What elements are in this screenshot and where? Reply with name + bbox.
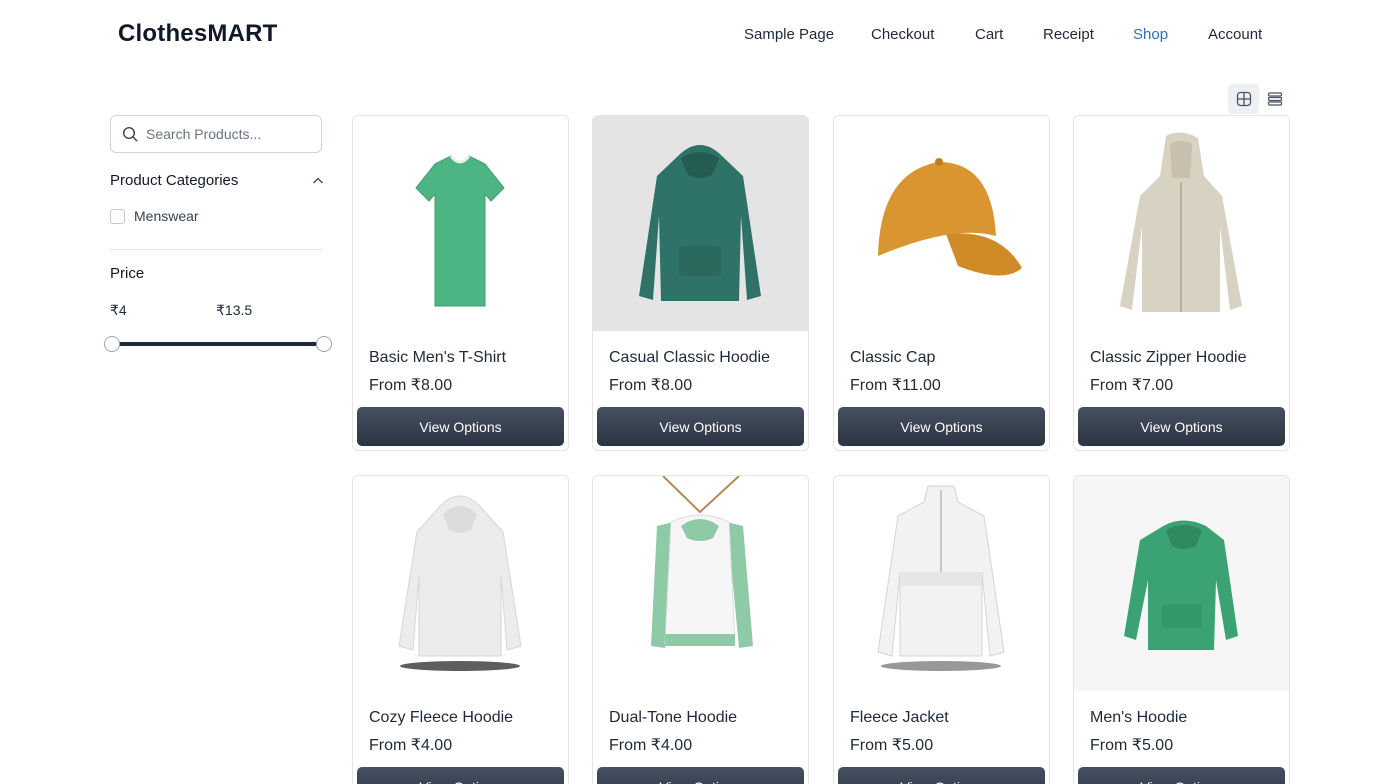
product-card[interactable]: Classic Cap From ₹11.00 View Options [833,115,1050,451]
nav-account[interactable]: Account [1208,26,1262,43]
category-header[interactable]: Product Categories [110,172,324,192]
nav-receipt[interactable]: Receipt [1043,26,1094,43]
view-options-button[interactable]: View Options [838,407,1045,446]
slider-track [112,342,324,346]
hoodie-icon [1074,476,1289,691]
product-image[interactable] [593,476,808,691]
view-options-button[interactable]: View Options [1078,767,1285,784]
dual-tone-hoodie-icon [593,476,808,691]
zip-hoodie-icon [1074,116,1289,331]
product-price: From ₹4.00 [369,737,453,754]
product-card[interactable]: Dual-Tone Hoodie From ₹4.00 View Options [592,475,809,784]
slider-min-handle[interactable] [104,336,120,352]
product-price: From ₹5.00 [850,737,934,754]
view-options-button[interactable]: View Options [1078,407,1285,446]
product-price: From ₹5.00 [1090,737,1174,754]
hoodie-icon [593,116,808,331]
product-image[interactable] [1074,116,1289,331]
price-max-label: ₹13.5 [216,302,253,318]
product-price: From ₹7.00 [1090,377,1174,394]
search-input[interactable] [146,126,306,142]
nav-cart[interactable]: Cart [975,26,1003,43]
product-card[interactable]: Fleece Jacket From ₹5.00 View Options [833,475,1050,784]
product-name[interactable]: Casual Classic Hoodie [609,349,770,367]
search-icon [122,126,138,142]
product-price: From ₹11.00 [850,377,941,394]
slider-max-handle[interactable] [316,336,332,352]
nav-shop[interactable]: Shop [1133,26,1168,43]
view-options-button[interactable]: View Options [597,407,804,446]
product-name[interactable]: Basic Men's T-Shirt [369,349,506,367]
product-card[interactable]: Cozy Fleece Hoodie From ₹4.00 View Optio… [352,475,569,784]
product-name[interactable]: Classic Cap [850,349,935,367]
product-image[interactable] [353,116,568,331]
view-options-button[interactable]: View Options [597,767,804,784]
category-label: Menswear [134,208,199,224]
tshirt-icon [353,116,568,331]
price-range-slider[interactable] [104,336,340,352]
category-item-menswear[interactable]: Menswear [110,208,199,224]
nav-sample-page[interactable]: Sample Page [744,26,834,43]
product-card[interactable]: Basic Men's T-Shirt From ₹8.00 View Opti… [352,115,569,451]
product-name[interactable]: Men's Hoodie [1090,709,1187,727]
product-image[interactable] [834,116,1049,331]
grid-icon [1236,91,1251,107]
product-price: From ₹4.00 [609,737,693,754]
product-card[interactable]: Classic Zipper Hoodie From ₹7.00 View Op… [1073,115,1290,451]
product-image[interactable] [1074,476,1289,691]
product-image[interactable] [593,116,808,331]
product-name[interactable]: Cozy Fleece Hoodie [369,709,513,727]
sidebar-divider [110,249,322,250]
view-options-button[interactable]: View Options [357,767,564,784]
price-title: Price [110,265,145,282]
product-card[interactable]: Casual Classic Hoodie From ₹8.00 View Op… [592,115,809,451]
product-name[interactable]: Dual-Tone Hoodie [609,709,737,727]
list-view-button[interactable] [1259,84,1290,114]
product-image[interactable] [834,476,1049,691]
cap-icon [834,116,1049,331]
hoodie-icon [353,476,568,691]
view-options-button[interactable]: View Options [357,407,564,446]
product-price: From ₹8.00 [609,377,693,394]
chevron-up-icon[interactable] [312,175,324,187]
category-title: Product Categories [110,172,239,189]
search-box[interactable] [110,115,322,153]
product-name[interactable]: Fleece Jacket [850,709,949,727]
price-min-label: ₹4 [110,302,127,318]
product-image[interactable] [353,476,568,691]
grid-view-button[interactable] [1228,84,1259,114]
menswear-checkbox[interactable] [110,208,125,224]
product-price: From ₹8.00 [369,377,453,394]
main-nav: Sample Page Checkout Cart Receipt Shop A… [0,26,1400,46]
list-icon [1267,92,1282,106]
view-toggle [1228,84,1290,114]
view-options-button[interactable]: View Options [838,767,1045,784]
nav-checkout[interactable]: Checkout [871,26,934,43]
product-card[interactable]: Men's Hoodie From ₹5.00 View Options [1073,475,1290,784]
jacket-icon [834,476,1049,691]
product-name[interactable]: Classic Zipper Hoodie [1090,349,1247,367]
